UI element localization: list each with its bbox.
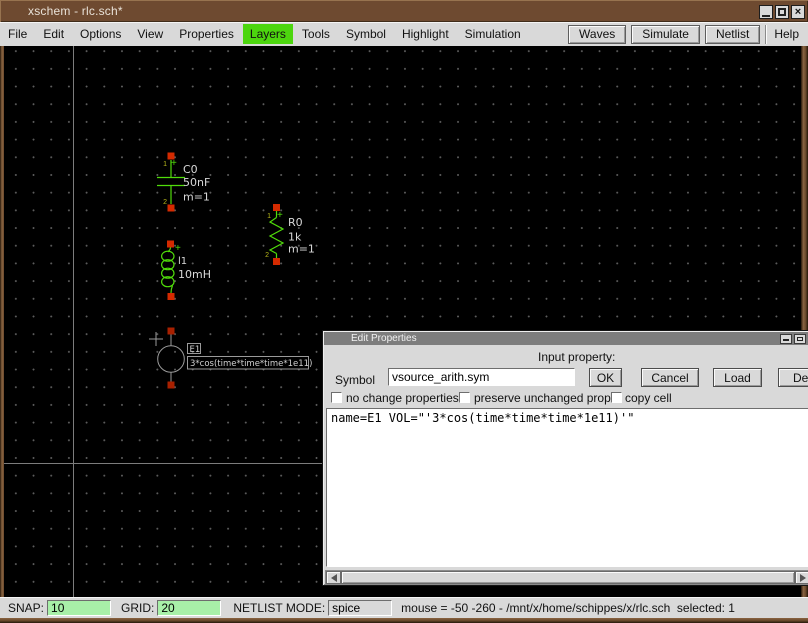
- netlist-mode-label: NETLIST MODE:: [233, 601, 325, 615]
- pin-square: [168, 293, 175, 300]
- menu-tools[interactable]: Tools: [295, 24, 337, 44]
- close-button[interactable]: ×: [791, 5, 805, 19]
- scrollbar-thumb[interactable]: [341, 571, 795, 584]
- preserve-unchanged-props-label: preserve unchanged props: [474, 391, 617, 405]
- scroll-right-button[interactable]: [795, 571, 808, 584]
- menu-edit[interactable]: Edit: [36, 24, 71, 44]
- menu-simulation[interactable]: Simulation: [458, 24, 528, 44]
- pin-square: [273, 258, 280, 265]
- menu-options[interactable]: Options: [73, 24, 128, 44]
- arrow-left-icon: [327, 574, 337, 582]
- menu-highlight[interactable]: Highlight: [395, 24, 456, 44]
- snap-label: SNAP:: [8, 601, 44, 615]
- no-change-properties-label: no change properties: [346, 391, 459, 405]
- minimize-icon: [762, 15, 770, 17]
- preserve-unchanged-props-checkbox[interactable]: [459, 392, 470, 403]
- component-expression: 3*cos(time*time*time*1e11): [190, 359, 312, 369]
- pin-number: 1: [267, 213, 271, 220]
- pin-square: [168, 328, 175, 335]
- ok-button[interactable]: OK: [589, 368, 622, 387]
- maximize-icon: [797, 337, 803, 341]
- dialog-title-bar[interactable]: Edit Properties: [324, 332, 808, 345]
- component-mult: m=1: [288, 243, 315, 256]
- del-button[interactable]: Del: [778, 368, 808, 387]
- minimize-icon: [783, 339, 789, 341]
- property-textarea[interactable]: name=E1 VOL="'3*cos(time*time*time*1e11)…: [326, 408, 808, 567]
- component-name: l1: [178, 256, 187, 267]
- title-bar[interactable]: xschem - rlc.sch* ×: [0, 0, 808, 22]
- window-border-left: [0, 46, 4, 597]
- symbol-input[interactable]: [388, 368, 575, 386]
- close-icon: ×: [795, 7, 801, 18]
- checkbox-row: no change properties preserve unchanged …: [323, 391, 808, 405]
- component-name: E1: [190, 345, 201, 355]
- grid-input[interactable]: [157, 600, 221, 616]
- copy-cell-checkbox[interactable]: [611, 392, 622, 403]
- minimize-button[interactable]: [759, 5, 773, 19]
- status-bar: SNAP: GRID: NETLIST MODE: mouse = -50 -2…: [0, 597, 808, 618]
- component-inductor-l1[interactable]: + l1 10mH: [162, 241, 211, 301]
- pin-square: [168, 205, 175, 212]
- xschem-window: xschem - rlc.sch* × File Edit Options Vi…: [0, 0, 808, 623]
- scroll-left-button[interactable]: [326, 571, 341, 584]
- arrow-right-icon: [800, 574, 808, 582]
- component-name: R0: [288, 216, 303, 229]
- waves-button[interactable]: Waves: [568, 25, 626, 44]
- polarity-plus: +: [171, 158, 177, 169]
- component-name: C0: [183, 163, 198, 176]
- component-value: 10mH: [178, 268, 211, 281]
- no-change-properties-checkbox[interactable]: [331, 392, 342, 403]
- pin-number: 1: [163, 161, 167, 168]
- component-resistor-r0[interactable]: 1 + 2 R0 1k m=1: [265, 204, 315, 265]
- copy-cell-label: copy cell: [625, 391, 672, 405]
- menu-bar: File Edit Options View Properties Layers…: [0, 22, 808, 46]
- mouse-status-text: mouse = -50 -260 - /mnt/x/home/schippes/…: [401, 601, 735, 615]
- menu-help[interactable]: Help: [765, 25, 808, 44]
- pin-number: 2: [265, 252, 269, 259]
- load-button[interactable]: Load: [713, 368, 762, 387]
- menu-properties[interactable]: Properties: [172, 24, 241, 44]
- symbol-label: Symbol: [335, 373, 375, 387]
- snap-input[interactable]: [47, 600, 111, 616]
- grid-label: GRID:: [121, 601, 154, 615]
- menu-file[interactable]: File: [1, 24, 34, 44]
- pin-number: 2: [163, 199, 167, 206]
- polarity-plus: +: [277, 210, 283, 221]
- dialog-title: Edit Properties: [324, 333, 417, 344]
- component-value: 50nF: [183, 176, 210, 189]
- dialog-minimize-button[interactable]: [780, 334, 792, 344]
- menu-symbol[interactable]: Symbol: [339, 24, 393, 44]
- cancel-button[interactable]: Cancel: [641, 368, 699, 387]
- component-mult: m=1: [183, 191, 210, 204]
- edit-properties-dialog: Edit Properties Input property: Symbol O…: [322, 330, 808, 586]
- menu-view[interactable]: View: [130, 24, 170, 44]
- pin-square: [168, 382, 175, 389]
- pin-square: [167, 241, 174, 248]
- maximize-button[interactable]: [775, 5, 789, 19]
- netlist-mode-input[interactable]: [328, 600, 392, 616]
- polarity-plus: +: [175, 243, 181, 254]
- component-source-e1-selected[interactable]: E1 3*cos(time*time*time*1e11): [149, 328, 312, 389]
- netlist-button[interactable]: Netlist: [705, 25, 760, 44]
- window-border-bottom: [0, 618, 808, 623]
- component-capacitor-c0[interactable]: 1 + 2 C0 50nF m=1: [157, 153, 210, 212]
- simulate-button[interactable]: Simulate: [631, 25, 700, 44]
- dialog-maximize-button[interactable]: [794, 334, 806, 344]
- input-property-label: Input property:: [538, 350, 615, 364]
- horizontal-scrollbar[interactable]: [325, 570, 808, 585]
- maximize-icon: [778, 8, 786, 16]
- menu-layers[interactable]: Layers: [243, 24, 293, 44]
- window-title: xschem - rlc.sch*: [0, 4, 123, 18]
